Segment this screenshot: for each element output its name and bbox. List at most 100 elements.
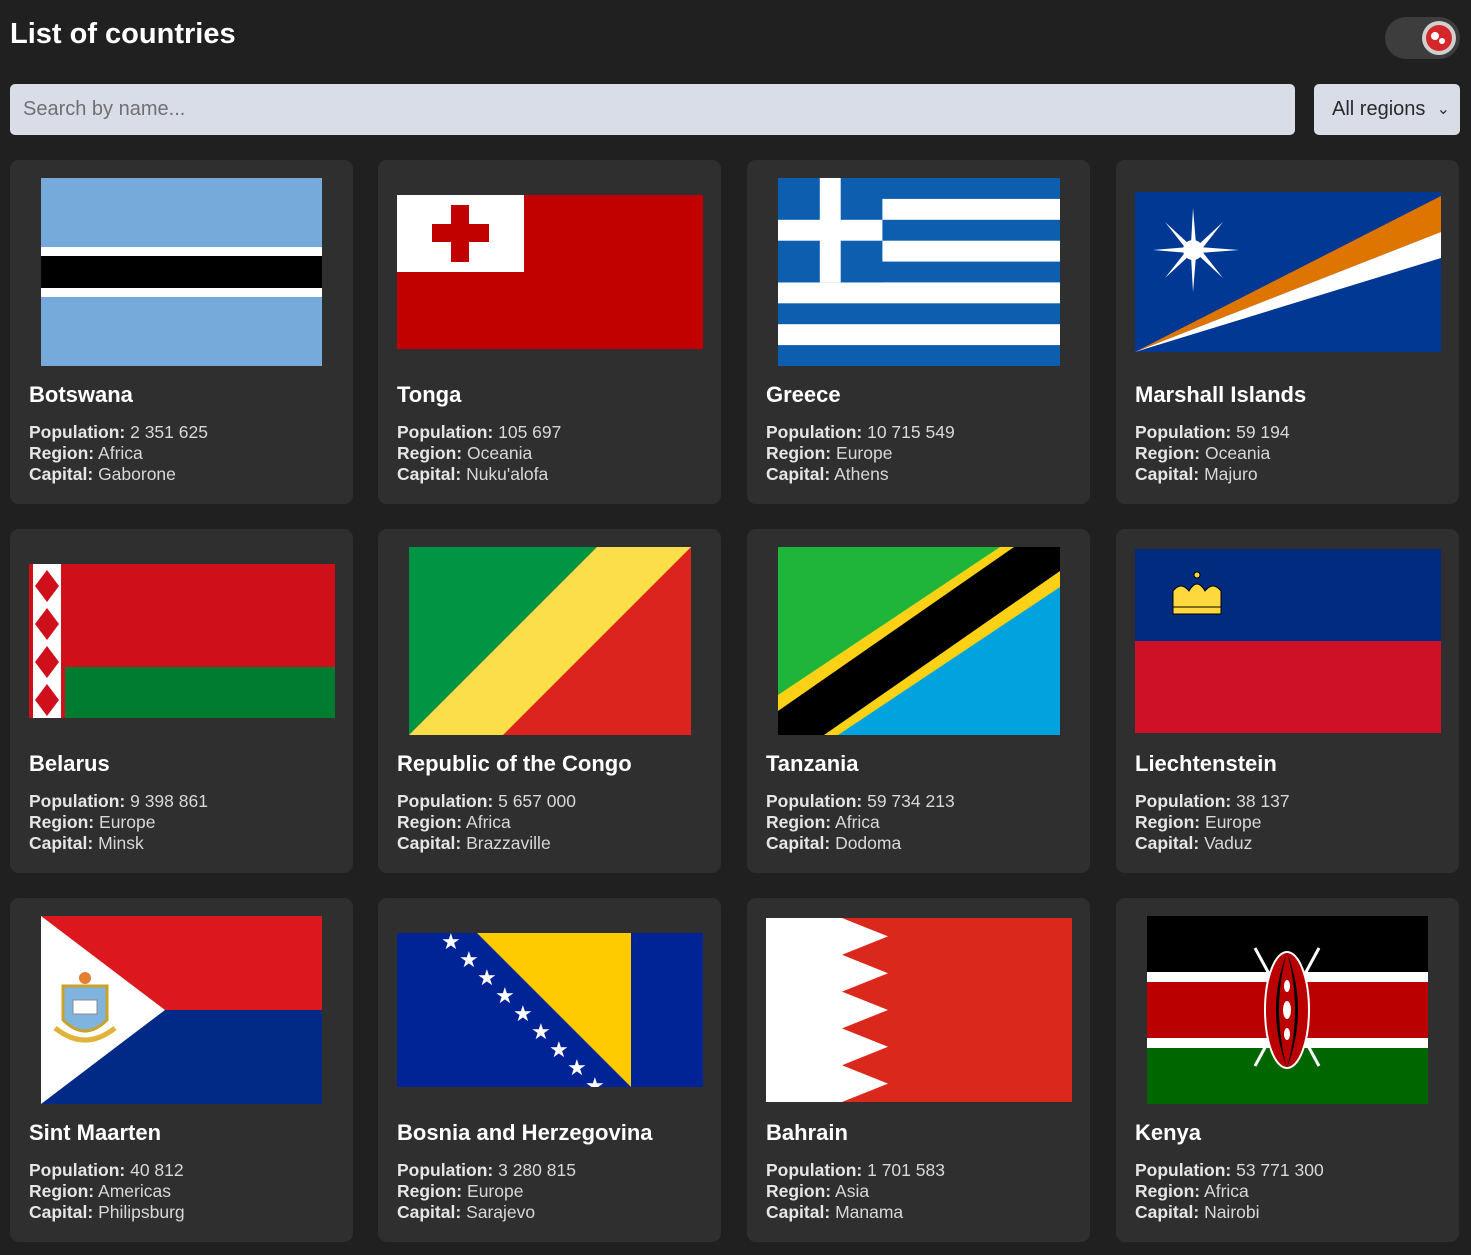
info-value: Athens bbox=[834, 464, 889, 484]
svg-text:★: ★ bbox=[441, 933, 461, 955]
country-card-kenya[interactable]: Kenya Population: 53 771 300 Region: Afr… bbox=[1116, 898, 1459, 1242]
country-region: Region: Europe bbox=[29, 812, 155, 833]
info-label: Region: bbox=[1135, 1181, 1201, 1201]
info-label: Capital: bbox=[397, 464, 462, 484]
svg-text:★: ★ bbox=[459, 948, 479, 973]
info-value: Africa bbox=[1204, 1181, 1249, 1201]
info-label: Population: bbox=[397, 1160, 494, 1180]
info-label: Capital: bbox=[1135, 464, 1200, 484]
country-card-tonga[interactable]: Tonga Population: 105 697 Region: Oceani… bbox=[378, 160, 721, 504]
country-card-republic-of-the-congo[interactable]: Republic of the Congo Population: 5 657 … bbox=[378, 529, 721, 873]
svg-text:★: ★ bbox=[567, 1056, 587, 1081]
country-region: Region: Europe bbox=[1135, 812, 1261, 833]
info-value: 9 398 861 bbox=[130, 791, 208, 811]
country-name: Belarus bbox=[29, 751, 110, 776]
info-label: Capital: bbox=[29, 1202, 94, 1222]
chevron-down-icon: ⌄ bbox=[1436, 101, 1450, 118]
info-value: Oceania bbox=[1205, 443, 1271, 463]
info-value: Africa bbox=[466, 812, 511, 832]
country-card-bahrain[interactable]: Bahrain Population: 1 701 583 Region: As… bbox=[747, 898, 1090, 1242]
info-value: 59 194 bbox=[1236, 422, 1290, 442]
info-value: Americas bbox=[98, 1181, 171, 1201]
info-label: Region: bbox=[397, 1181, 463, 1201]
country-card-belarus[interactable]: Belarus Population: 9 398 861 Region: Eu… bbox=[10, 529, 353, 873]
country-capital: Capital: Vaduz bbox=[1135, 833, 1252, 854]
country-population: Population: 3 280 815 bbox=[397, 1160, 576, 1181]
country-capital: Capital: Sarajevo bbox=[397, 1202, 535, 1223]
country-population: Population: 59 194 bbox=[1135, 422, 1290, 443]
country-population: Population: 10 715 549 bbox=[766, 422, 955, 443]
country-name: Republic of the Congo bbox=[397, 751, 632, 776]
country-card-liechtenstein[interactable]: Liechtenstein Population: 38 137 Region:… bbox=[1116, 529, 1459, 873]
info-label: Population: bbox=[397, 791, 494, 811]
country-name: Bahrain bbox=[766, 1120, 848, 1145]
info-label: Capital: bbox=[766, 833, 831, 853]
info-value: Europe bbox=[836, 443, 893, 463]
info-label: Region: bbox=[29, 1181, 95, 1201]
country-name: Botswana bbox=[29, 382, 133, 407]
info-value: 38 137 bbox=[1236, 791, 1290, 811]
theme-toggle[interactable] bbox=[1385, 17, 1460, 59]
info-value: 2 351 625 bbox=[130, 422, 208, 442]
country-capital: Capital: Dodoma bbox=[766, 833, 901, 854]
info-value: Dodoma bbox=[835, 833, 902, 853]
info-value: Oceania bbox=[467, 443, 533, 463]
flag-bosnia-icon: ★ ★ ★ ★ ★ ★ ★ ★ ★ bbox=[397, 933, 703, 1087]
info-label: Region: bbox=[766, 443, 832, 463]
svg-text:★: ★ bbox=[477, 966, 497, 991]
svg-text:★: ★ bbox=[531, 1020, 551, 1045]
info-value: 105 697 bbox=[498, 422, 562, 442]
country-capital: Capital: Gaborone bbox=[29, 464, 176, 485]
country-region: Region: Asia bbox=[766, 1181, 869, 1202]
info-label: Population: bbox=[1135, 791, 1232, 811]
country-card-marshall-islands[interactable]: Marshall Islands Population: 59 194 Regi… bbox=[1116, 160, 1459, 504]
svg-text:★: ★ bbox=[549, 1038, 569, 1063]
flag-belarus-icon bbox=[29, 564, 335, 718]
info-label: Capital: bbox=[766, 464, 831, 484]
info-label: Capital: bbox=[766, 1202, 831, 1222]
country-region: Region: Oceania bbox=[397, 443, 532, 464]
flag-sint-maarten-icon bbox=[41, 916, 322, 1104]
country-region: Region: Oceania bbox=[1135, 443, 1270, 464]
country-card-sint-maarten[interactable]: Sint Maarten Population: 40 812 Region: … bbox=[10, 898, 353, 1242]
info-value: Nairobi bbox=[1204, 1202, 1260, 1222]
country-name: Bosnia and Herzegovina bbox=[397, 1120, 653, 1145]
country-capital: Capital: Brazzaville bbox=[397, 833, 551, 854]
info-value: 5 657 000 bbox=[498, 791, 576, 811]
flag-botswana-icon bbox=[41, 178, 322, 366]
country-region: Region: Americas bbox=[29, 1181, 171, 1202]
flag-greece-icon bbox=[778, 178, 1060, 366]
country-name: Kenya bbox=[1135, 1120, 1202, 1145]
info-value: Manama bbox=[835, 1202, 904, 1222]
country-region: Region: Europe bbox=[397, 1181, 523, 1202]
flag-marshall-islands-icon bbox=[1135, 192, 1441, 352]
info-value: Europe bbox=[1205, 812, 1262, 832]
search-input[interactable] bbox=[10, 84, 1295, 135]
country-card-bosnia-and-herzegovina[interactable]: ★ ★ ★ ★ ★ ★ ★ ★ ★ Bosnia and Herzegovina… bbox=[378, 898, 721, 1242]
svg-text:★: ★ bbox=[513, 1002, 533, 1027]
country-card-tanzania[interactable]: Tanzania Population: 59 734 213 Region: … bbox=[747, 529, 1090, 873]
info-label: Region: bbox=[397, 812, 463, 832]
country-card-greece[interactable]: Greece Population: 10 715 549 Region: Eu… bbox=[747, 160, 1090, 504]
info-label: Region: bbox=[29, 812, 95, 832]
country-name: Greece bbox=[766, 382, 841, 407]
info-value: Minsk bbox=[98, 833, 144, 853]
country-population: Population: 59 734 213 bbox=[766, 791, 955, 812]
info-value: 59 734 213 bbox=[867, 791, 955, 811]
info-value: Africa bbox=[835, 812, 880, 832]
info-label: Population: bbox=[766, 791, 863, 811]
info-label: Capital: bbox=[29, 833, 94, 853]
country-card-botswana[interactable]: Botswana Population: 2 351 625 Region: A… bbox=[10, 160, 353, 504]
region-filter-select[interactable]: All regions ⌄ bbox=[1314, 84, 1460, 135]
country-population: Population: 105 697 bbox=[397, 422, 561, 443]
country-name: Tanzania bbox=[766, 751, 859, 776]
info-label: Region: bbox=[397, 443, 463, 463]
page-title: List of countries bbox=[10, 18, 236, 50]
info-value: Europe bbox=[467, 1181, 524, 1201]
theme-toggle-knob-icon bbox=[1422, 21, 1456, 55]
country-name: Sint Maarten bbox=[29, 1120, 162, 1145]
info-label: Region: bbox=[766, 1181, 832, 1201]
info-value: Majuro bbox=[1204, 464, 1258, 484]
country-region: Region: Africa bbox=[766, 812, 880, 833]
info-label: Capital: bbox=[1135, 1202, 1200, 1222]
